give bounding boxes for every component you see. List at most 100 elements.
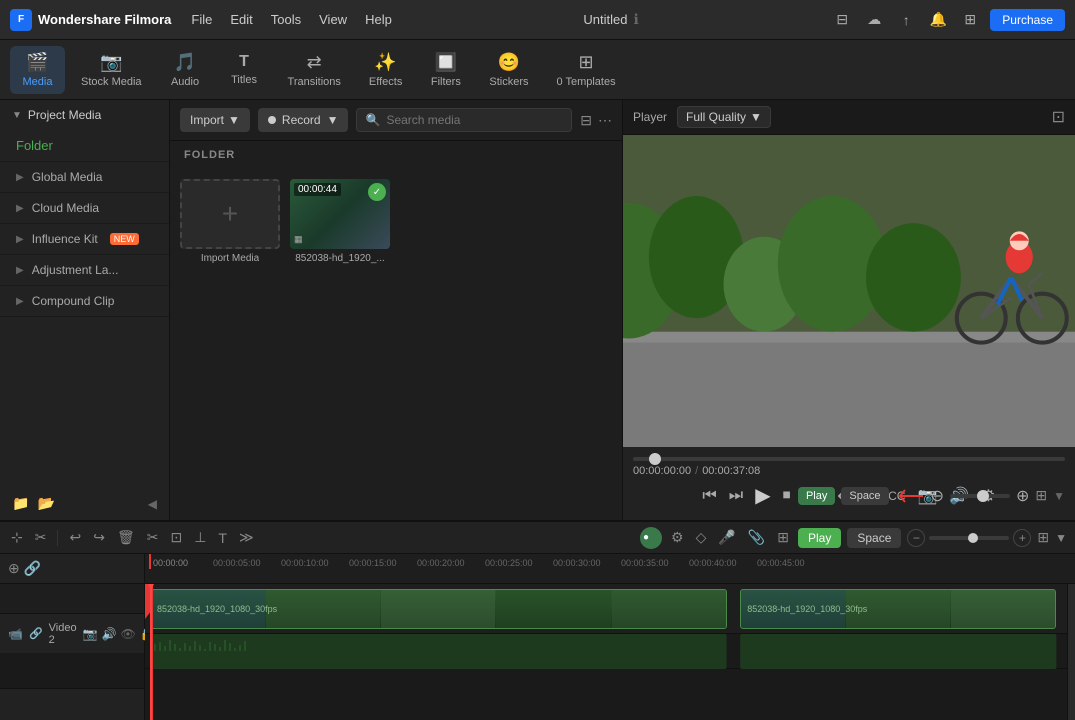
track-clip-2[interactable]: 852038-hd_1920_1080_30fps [740, 589, 1056, 629]
menu-file[interactable]: File [191, 12, 212, 27]
import-label: Import [190, 113, 224, 127]
timeline-audio-icon[interactable]: 🎤 [715, 526, 738, 549]
skip-back-button[interactable]: ⏮ [698, 483, 720, 509]
progress-thumb[interactable] [649, 453, 661, 465]
search-input[interactable] [386, 113, 563, 127]
play-timeline-button[interactable]: Play [798, 528, 841, 548]
toolbar-media[interactable]: 🎬 Media [10, 46, 65, 94]
toolbar-audio[interactable]: 🎵 Audio [158, 46, 213, 94]
record-button[interactable]: Record ▼ [258, 108, 349, 132]
sidebar-item-global-media[interactable]: ▶ Global Media [0, 162, 169, 192]
space-label: Space [849, 490, 880, 502]
space-preview-button[interactable]: Space [841, 487, 888, 505]
sidebar-item-influence-kit[interactable]: ▶ Influence Kit NEW [0, 224, 169, 254]
quality-select[interactable]: Full Quality ▼ [677, 106, 771, 128]
menu-tools[interactable]: Tools [271, 12, 301, 27]
import-thumb: + [180, 179, 280, 249]
app-name: Wondershare Filmora [38, 12, 171, 27]
clip-name: 852038-hd_1920_... [295, 253, 385, 264]
timeline-delete-button[interactable]: 🗑 [114, 526, 138, 549]
play-space-preview-button[interactable]: Play [798, 487, 835, 505]
media-clip-item[interactable]: 00:00:44 ✓ ▦ 852038-hd_1920_... [290, 179, 390, 264]
tl-sep-1 [57, 530, 58, 546]
save-cloud-icon[interactable]: ☁ [862, 8, 886, 32]
timeline-zoom-plus[interactable]: + [1013, 529, 1031, 547]
search-icon: 🔍 [365, 113, 380, 127]
notification-icon[interactable]: 🔔 [926, 8, 950, 32]
timeline-undo-button[interactable]: ↩ [66, 526, 84, 549]
toolbar-stickers[interactable]: 😊 Stickers [477, 46, 540, 94]
timeline-redo-button[interactable]: ↪ [90, 526, 108, 549]
toolbar-templates[interactable]: ⊞ 0 Templates [544, 46, 627, 94]
timeline-zoom-thumb[interactable] [968, 533, 978, 543]
record-label: Record [282, 113, 321, 127]
timeline-clip-icon[interactable]: 📎 [745, 526, 768, 549]
add-folder-icon[interactable]: 📁 [12, 495, 29, 512]
zoom-slider-preview[interactable] [950, 494, 1010, 498]
track-clip-1[interactable]: 852038-hd_1920_1080_30fps [150, 589, 727, 629]
grid-view-icon[interactable]: ⊞ [1035, 487, 1047, 504]
expand-preview-icon[interactable]: ⊡ [1052, 107, 1065, 127]
sidebar-collapse-icon[interactable]: ◀ [148, 497, 157, 511]
timeline-grid-icon[interactable]: ⊞ [1037, 529, 1049, 546]
timeline-crop-button[interactable]: ⊡ [167, 526, 185, 549]
minimize-icon[interactable]: ⊟ [830, 8, 854, 32]
play-button[interactable]: ▶ [751, 479, 774, 512]
space-timeline-button[interactable]: Space [847, 528, 901, 548]
svg-text:00:00:45:00: 00:00:45:00 [757, 558, 805, 568]
add-track-icon[interactable]: ⊕ [8, 560, 20, 577]
timeline-razor-tool[interactable]: ✂ [32, 526, 50, 549]
effects-icon: ✨ [374, 52, 396, 73]
timeline-settings-icon[interactable]: ⚙ [668, 526, 687, 549]
sidebar-item-cloud-media[interactable]: ▶ Cloud Media [0, 193, 169, 223]
timeline-text-button[interactable]: T [215, 527, 230, 549]
timeline-marker-icon[interactable]: ◇ [693, 526, 710, 549]
timeline-more-button[interactable]: ≫ [236, 526, 257, 549]
timeline-select-tool[interactable]: ⊹ [8, 526, 26, 549]
timeline-split-button[interactable]: ⊥ [191, 526, 209, 549]
timeline-record-icon[interactable]: ● [640, 527, 662, 549]
apps-icon[interactable]: ⊞ [958, 8, 982, 32]
view-chevron-icon[interactable]: ▼ [1053, 489, 1065, 503]
timeline-cut-button[interactable]: ✂ [144, 526, 162, 549]
more-options-icon[interactable]: ⋯ [598, 112, 612, 129]
zoom-minus-preview-button[interactable]: ⊖ [931, 486, 944, 506]
import-media-item[interactable]: + Import Media [180, 179, 280, 264]
zoom-thumb-preview[interactable] [977, 490, 989, 502]
progress-track[interactable] [633, 457, 1065, 461]
video2-audio-btn[interactable]: 🔊 [102, 627, 117, 641]
new-folder-icon[interactable]: 📂 [37, 495, 54, 512]
titles-label: Titles [231, 74, 257, 86]
zoom-plus-preview-button[interactable]: ⊕ [1016, 486, 1029, 506]
quality-chevron-icon: ▼ [750, 110, 762, 124]
video2-camera-btn[interactable]: 📷 [83, 627, 98, 641]
stop-button[interactable]: ⏹ [779, 483, 795, 509]
toolbar-titles[interactable]: T Titles [217, 47, 272, 92]
video2-eye-btn[interactable]: 👁 [121, 627, 136, 641]
timeline-zoom-track[interactable] [929, 536, 1009, 540]
project-media-header[interactable]: ▼ Project Media [0, 100, 169, 130]
import-button[interactable]: Import ▼ [180, 108, 250, 132]
menu-view[interactable]: View [319, 12, 347, 27]
sidebar-item-adjustment[interactable]: ▶ Adjustment La... [0, 255, 169, 285]
timeline-extra-icon[interactable]: ⊞ [774, 526, 792, 549]
timeline-scrollbar[interactable] [1067, 584, 1075, 720]
toolbar-filters[interactable]: 🔲 Filters [418, 46, 473, 94]
cloud-media-section: ▶ Cloud Media [0, 193, 169, 224]
toolbar-effects[interactable]: ✨ Effects [357, 46, 414, 94]
toolbar-transitions[interactable]: ⇄ Transitions [276, 46, 353, 94]
link-track-icon[interactable]: 🔗 [24, 560, 41, 577]
toolbar-stock-media[interactable]: 📷 Stock Media [69, 46, 154, 94]
menu-edit[interactable]: Edit [230, 12, 252, 27]
timeline-zoom-minus[interactable]: − [907, 529, 925, 547]
step-back-button[interactable]: ⏭ [725, 483, 747, 509]
timeline-options-chevron[interactable]: ▼ [1055, 531, 1067, 545]
influence-kit-section: ▶ Influence Kit NEW [0, 224, 169, 255]
menu-help[interactable]: Help [365, 12, 392, 27]
filter-icon[interactable]: ⊟ [580, 112, 592, 129]
sidebar-item-compound-clip[interactable]: ▶ Compound Clip [0, 286, 169, 316]
share-icon[interactable]: ↑ [894, 8, 918, 32]
influence-kit-arrow: ▶ [16, 234, 24, 245]
folder-item[interactable]: Folder [0, 130, 169, 161]
purchase-button[interactable]: Purchase [990, 9, 1065, 31]
